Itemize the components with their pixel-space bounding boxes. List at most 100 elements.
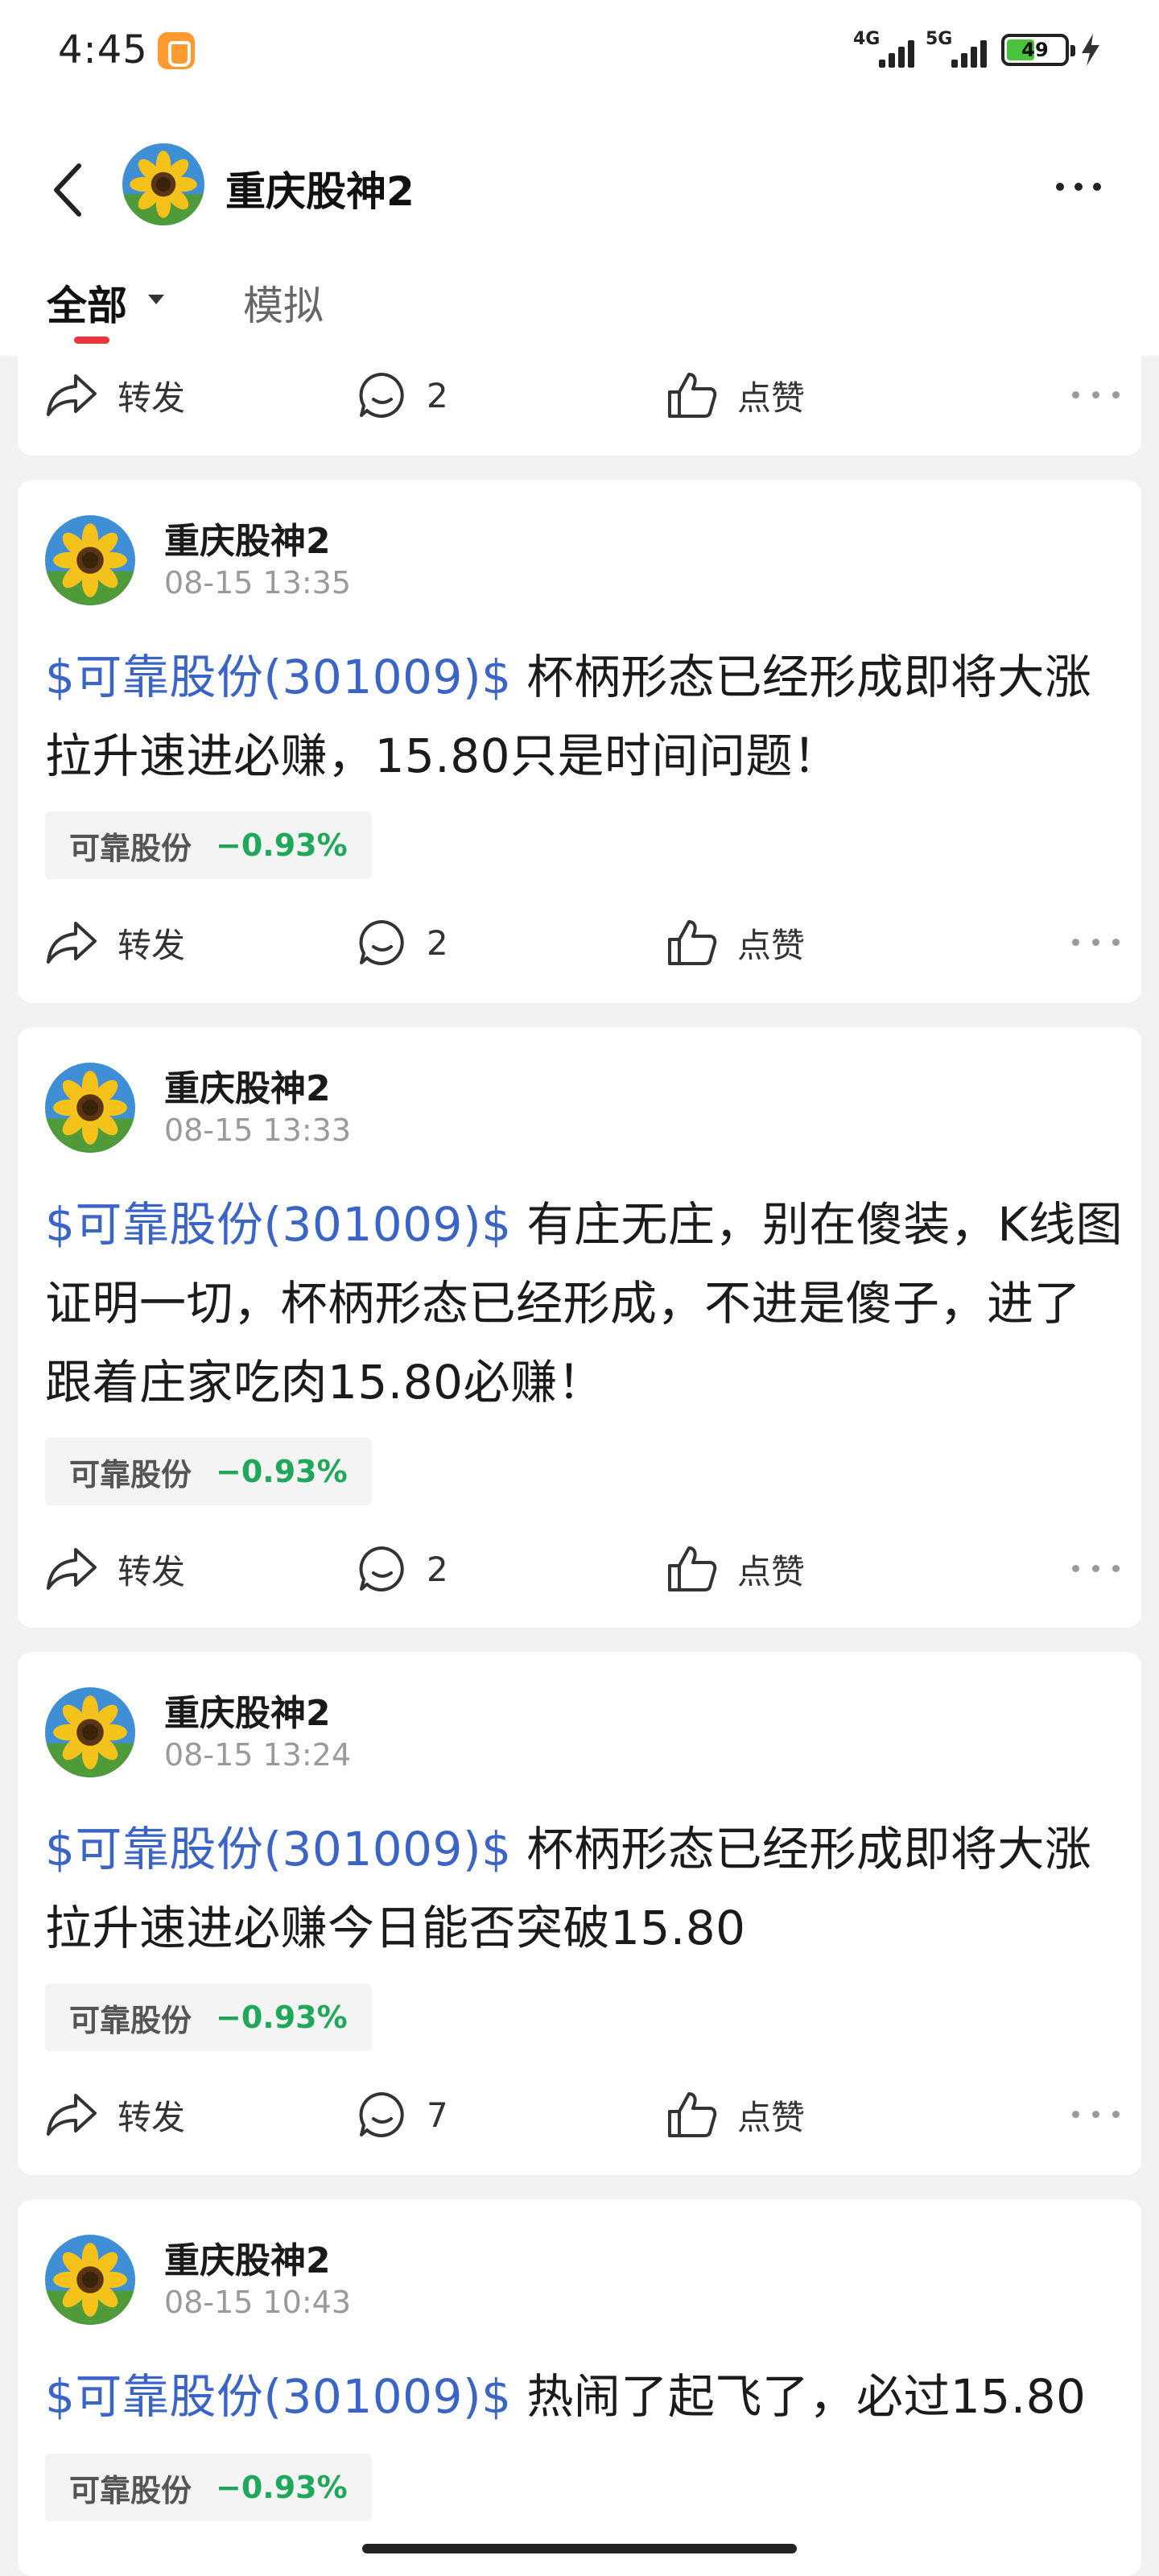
post-more-button[interactable] [1064, 2079, 1128, 2151]
tab-all[interactable]: 全部 [47, 274, 127, 332]
post-actions: 转发 2 点赞 [18, 1533, 1141, 1605]
stock-link[interactable]: $可靠股份(301009)$ [45, 1197, 511, 1252]
like-button[interactable]: 点赞 [666, 2079, 805, 2151]
post-time: 08-15 10:43 [164, 2285, 352, 2320]
comment-icon [359, 1546, 404, 1591]
stock-tag-change: −0.93% [216, 1454, 348, 1489]
tab-simulated[interactable]: 模拟 [243, 274, 324, 332]
like-label: 点赞 [737, 1551, 806, 1591]
stock-tag-name: 可靠股份 [69, 1456, 192, 1492]
like-button[interactable]: 点赞 [666, 1533, 805, 1605]
post-more-button[interactable] [1064, 906, 1128, 979]
battery-icon: 49 [1001, 34, 1075, 66]
post-author[interactable]: 重庆股神2 [164, 512, 331, 564]
post-actions: 转发 2 点赞 [18, 359, 1141, 431]
author-avatar[interactable] [45, 2235, 135, 2325]
top-bar: 4:45 4G 5G 49 重庆股神2 全部 模拟 [0, 0, 1159, 356]
post-content[interactable]: $可靠股份(301009)$ 杯柄形态已经形成即将大涨拉升速进必赚，15.80只… [45, 638, 1124, 795]
home-indicator[interactable] [362, 2544, 797, 2553]
post-card[interactable]: 重庆股神2 08-15 13:35 $可靠股份(301009)$ 杯柄形态已经形… [18, 480, 1141, 1003]
more-horizontal-icon[interactable] [1046, 171, 1111, 203]
stock-link[interactable]: $可靠股份(301009)$ [45, 650, 511, 704]
status-time: 4:45 [58, 27, 148, 72]
post-more-button[interactable] [1064, 1533, 1128, 1605]
stock-tag[interactable]: 可靠股份 −0.93% [45, 811, 372, 879]
post-time: 08-15 13:35 [164, 565, 352, 601]
comment-icon [359, 2091, 404, 2137]
signal-4g-label: 4G [853, 29, 881, 49]
comment-icon [359, 919, 404, 965]
forward-icon [47, 374, 97, 416]
app-notification-icon [158, 32, 195, 69]
forward-icon [47, 922, 97, 964]
post-text: 热闹了起飞了，必过15.80 [511, 2369, 1087, 2424]
post-card[interactable]: 重庆股神2 08-15 13:24 $可靠股份(301009)$ 杯柄形态已经形… [18, 1652, 1141, 2175]
post-card[interactable]: 重庆股神2 08-15 13:33 $可靠股份(301009)$ 有庄无庄，别在… [18, 1027, 1141, 1628]
post-author[interactable]: 重庆股神2 [164, 1684, 331, 1736]
like-button[interactable]: 点赞 [666, 906, 805, 979]
forward-icon [47, 1548, 97, 1590]
post-actions: 转发 7 点赞 [18, 2079, 1141, 2151]
author-avatar[interactable] [45, 515, 135, 605]
chevron-left-icon[interactable] [47, 158, 95, 222]
forward-label: 转发 [118, 1551, 186, 1591]
stock-tag-change: −0.93% [216, 828, 348, 863]
forward-label: 转发 [118, 378, 186, 418]
status-bar: 4:45 4G 5G 49 [0, 0, 1159, 105]
like-label: 点赞 [737, 925, 806, 965]
comment-button[interactable]: 2 [357, 359, 448, 431]
forward-button[interactable]: 转发 [45, 1533, 185, 1605]
stock-tag-name: 可靠股份 [69, 830, 192, 866]
stock-tag[interactable]: 可靠股份 −0.93% [45, 2454, 372, 2521]
dropdown-caret-icon[interactable] [148, 295, 164, 304]
thumbs-up-icon [668, 373, 717, 418]
stock-link[interactable]: $可靠股份(301009)$ [45, 2369, 511, 2424]
author-avatar[interactable] [45, 1063, 135, 1153]
comment-button[interactable]: 2 [357, 906, 448, 979]
signal-5g-label: 5G [926, 29, 953, 49]
stock-tag[interactable]: 可靠股份 −0.93% [45, 1438, 372, 1505]
comment-button[interactable]: 7 [357, 2079, 448, 2151]
comment-button[interactable]: 2 [357, 1533, 448, 1605]
post-time: 08-15 13:33 [164, 1113, 352, 1148]
post-content[interactable]: $可靠股份(301009)$ 热闹了起飞了，必过15.80 [45, 2357, 1124, 2436]
nav-bar: 重庆股神2 [0, 129, 1159, 242]
post-more-button[interactable] [1064, 359, 1128, 431]
comment-count: 2 [427, 923, 448, 963]
filter-tabs: 全部 模拟 [0, 266, 1159, 356]
forward-label: 转发 [118, 925, 186, 965]
comment-count: 7 [427, 2095, 448, 2135]
charging-bolt-icon [1082, 34, 1099, 66]
post-feed[interactable]: 转发 2 点赞 重庆股神2 08-15 13:35 $可靠股份(301009)$… [0, 0, 1159, 2576]
battery-level: 49 [1021, 39, 1049, 61]
post-content[interactable]: $可靠股份(301009)$ 有庄无庄，别在傻装，K线图证明一切，杯柄形态已经形… [45, 1185, 1124, 1422]
forward-label: 转发 [118, 2097, 186, 2137]
active-tab-indicator [74, 336, 109, 344]
stock-link[interactable]: $可靠股份(301009)$ [45, 1822, 511, 1876]
post-content[interactable]: $可靠股份(301009)$ 杯柄形态已经形成即将大涨拉升速进必赚今日能否突破1… [45, 1810, 1124, 1967]
stock-tag-name: 可靠股份 [69, 2472, 192, 2508]
stock-tag-change: −0.93% [216, 2000, 348, 2035]
forward-button[interactable]: 转发 [45, 359, 185, 431]
comment-count: 2 [427, 375, 448, 415]
thumbs-up-icon [668, 920, 717, 965]
author-avatar[interactable] [45, 1687, 135, 1777]
post-time: 08-15 13:24 [164, 1737, 352, 1773]
profile-avatar[interactable] [122, 143, 204, 225]
like-label: 点赞 [737, 2097, 806, 2137]
post-author[interactable]: 重庆股神2 [164, 2231, 331, 2283]
post-actions: 转发 2 点赞 [18, 906, 1141, 979]
post-author[interactable]: 重庆股神2 [164, 1059, 331, 1111]
forward-button[interactable]: 转发 [45, 906, 185, 979]
stock-tag[interactable]: 可靠股份 −0.93% [45, 1984, 372, 2051]
post-card[interactable]: 重庆股神2 08-15 10:43 $可靠股份(301009)$ 热闹了起飞了，… [18, 2199, 1141, 2576]
like-button[interactable]: 点赞 [666, 359, 805, 431]
thumbs-up-icon [668, 1546, 717, 1591]
stock-tag-name: 可靠股份 [69, 2002, 192, 2038]
comment-count: 2 [427, 1549, 448, 1589]
comment-icon [359, 372, 404, 418]
stock-tag-change: −0.93% [216, 2470, 348, 2505]
forward-button[interactable]: 转发 [45, 2079, 185, 2151]
like-label: 点赞 [737, 378, 806, 418]
forward-icon [47, 2094, 97, 2136]
